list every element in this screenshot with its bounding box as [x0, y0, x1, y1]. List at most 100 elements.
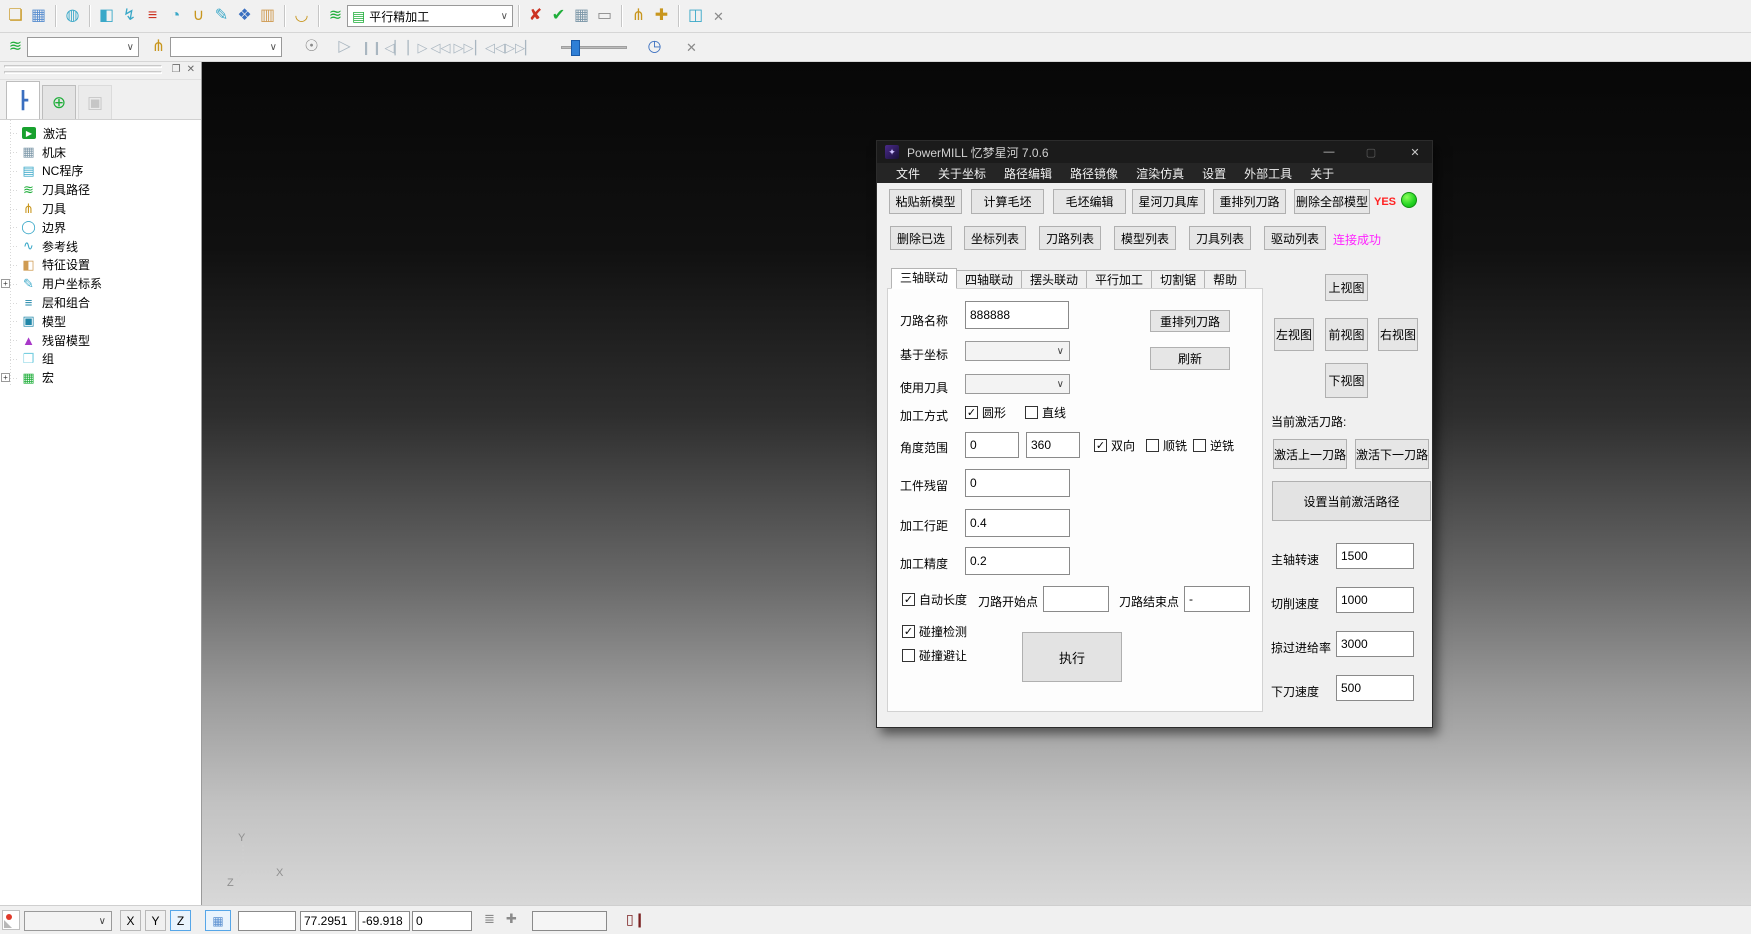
transform-icon[interactable]: ✚: [650, 4, 673, 28]
view-left-button[interactable]: 左视图: [1274, 318, 1314, 351]
grid-size-field[interactable]: [238, 911, 296, 931]
angle-to-field[interactable]: [1026, 432, 1080, 458]
pause-icon[interactable]: ❙❙: [360, 35, 383, 59]
rearrange-toolpaths-button[interactable]: 重排列刀路: [1213, 189, 1286, 214]
skim-feed-field[interactable]: [1336, 631, 1414, 657]
close-button[interactable]: ✕: [1398, 141, 1432, 163]
menu-render-sim[interactable]: 渲染仿真: [1127, 165, 1193, 182]
menu-coords[interactable]: 关于坐标: [929, 165, 995, 182]
toolpath-icon[interactable]: ≋: [324, 4, 347, 28]
play-icon[interactable]: ▷: [333, 35, 356, 59]
delete-all-models-button[interactable]: 删除全部模型: [1294, 189, 1370, 214]
stock-edit-button[interactable]: 毛坯编辑: [1053, 189, 1126, 214]
tree-item-tools[interactable]: ⋔刀具: [0, 199, 201, 218]
set-active-path-button[interactable]: 设置当前激活路径: [1272, 481, 1431, 521]
tool-list-button[interactable]: 刀具列表: [1189, 226, 1251, 250]
tab-4axis[interactable]: 四轴联动: [957, 270, 1022, 289]
cursor-x-field[interactable]: [300, 911, 356, 931]
delete-selected-button[interactable]: 删除已选: [890, 226, 952, 250]
expand-icon[interactable]: +: [1, 279, 10, 288]
open-project-icon[interactable]: ❏: [4, 4, 27, 28]
menu-about[interactable]: 关于: [1301, 165, 1343, 182]
tree-item-patterns[interactable]: ∿参考线: [0, 237, 201, 256]
tab-3axis[interactable]: 三轴联动: [891, 268, 957, 289]
tree-item-macros[interactable]: +▦宏: [0, 368, 201, 387]
tree-item-models[interactable]: ▣模型: [0, 312, 201, 331]
tool-holder-icon[interactable]: ∪: [187, 4, 210, 28]
close-sim-toolbar-icon[interactable]: ✕: [680, 35, 703, 59]
close-toolbar-icon[interactable]: ✕: [707, 4, 730, 28]
expand-icon[interactable]: +: [1, 373, 10, 382]
collision-check-icon[interactable]: ◡: [290, 4, 313, 28]
activate-prev-toolpath-button[interactable]: 激活上一刀路: [1273, 439, 1347, 469]
stepover-field[interactable]: [965, 509, 1070, 537]
paste-new-model-button[interactable]: 粘贴新模型: [889, 189, 962, 214]
menu-path-edit[interactable]: 路径编辑: [995, 165, 1061, 182]
tree-item-stock-models[interactable]: ▲残留模型: [0, 331, 201, 350]
sim-toolpath-icon[interactable]: ≋: [4, 35, 27, 59]
axis-y-button[interactable]: Y: [145, 910, 166, 931]
activate-next-toolpath-button[interactable]: 激活下一刀路: [1355, 439, 1429, 469]
sim-tool-combobox[interactable]: ∨: [170, 37, 282, 57]
view-top-button[interactable]: 上视图: [1325, 274, 1368, 301]
calculator-icon[interactable]: ▦: [570, 4, 593, 28]
tool-select[interactable]: ∨: [965, 374, 1070, 394]
tree-item-boundaries[interactable]: ◯边界: [0, 218, 201, 237]
start-point-field[interactable]: [1043, 586, 1109, 612]
rewind-icon[interactable]: ◁◁: [429, 35, 452, 59]
tab-parallel[interactable]: 平行加工: [1087, 270, 1152, 289]
start-point-icon[interactable]: ❖: [233, 4, 256, 28]
tree-item-machine-tools[interactable]: ▦机床: [0, 143, 201, 162]
angle-from-field[interactable]: [965, 432, 1019, 458]
ball-tool-icon[interactable]: ◔: [164, 4, 187, 28]
ruler-icon[interactable]: ▭: [593, 4, 616, 28]
panel-close-icon[interactable]: ✕: [187, 64, 195, 75]
method-line-checkbox[interactable]: 直线: [1025, 404, 1066, 421]
collision-avoid-checkbox[interactable]: 碰撞避让: [902, 647, 967, 664]
workplane-select[interactable]: ∨: [24, 911, 112, 931]
menu-path-mirror[interactable]: 路径镜像: [1061, 165, 1127, 182]
toolpath-invalid-icon[interactable]: ✘: [524, 4, 547, 28]
coord-list-icon[interactable]: ≣: [484, 911, 495, 927]
skip-to-start-icon[interactable]: ▏◁◁: [475, 35, 505, 59]
grid-snap-button[interactable]: ▦: [205, 910, 231, 931]
panel-float-icon[interactable]: ❐: [172, 64, 181, 75]
view-right-button[interactable]: 右视图: [1378, 318, 1418, 351]
light-bulb-icon[interactable]: ☉: [300, 35, 323, 59]
book-pause-icon[interactable]: ▯❙: [626, 911, 645, 928]
axis-x-button[interactable]: X: [120, 910, 141, 931]
stock-allowance-field[interactable]: [965, 469, 1070, 497]
tree-item-toolpaths[interactable]: ≋刀具路径: [0, 180, 201, 199]
rapid-heights-icon[interactable]: ↯: [118, 4, 141, 28]
tree-item-nc-programs[interactable]: ▤NC程序: [0, 162, 201, 181]
menu-ext-tools[interactable]: 外部工具: [1235, 165, 1301, 182]
strategy-combobox[interactable]: ▤ 平行精加工 ∨: [347, 5, 513, 27]
simulation-speed-slider[interactable]: [561, 46, 627, 49]
explorer-grip-bar[interactable]: ❐ ✕: [0, 62, 201, 80]
minimize-button[interactable]: —: [1312, 141, 1346, 163]
compute-stock-button[interactable]: 计算毛坯: [971, 189, 1044, 214]
refresh-button[interactable]: 刷新: [1150, 347, 1230, 370]
tree-item-feature-sets[interactable]: ◧特征设置: [0, 256, 201, 275]
snap-compass-icon[interactable]: ✚: [506, 911, 517, 927]
workplane-edit-icon[interactable]: ✎: [210, 4, 233, 28]
save-project-icon[interactable]: ▦: [27, 4, 50, 28]
conventional-mill-checkbox[interactable]: 逆铣: [1193, 437, 1234, 454]
step-back-icon[interactable]: ◁▏: [383, 35, 406, 59]
bidirectional-checkbox[interactable]: ✓双向: [1094, 437, 1135, 454]
toolpath-name-field[interactable]: [965, 301, 1069, 329]
explorer-globe-tab[interactable]: ⊕: [42, 85, 76, 119]
model-compare-icon[interactable]: ◫: [684, 4, 707, 28]
toolpath-list-button[interactable]: 刀路列表: [1039, 226, 1101, 250]
execute-button[interactable]: 执行: [1022, 632, 1122, 682]
coord-system-select[interactable]: ∨: [965, 341, 1070, 361]
tool-pair-icon[interactable]: ⋔: [627, 4, 650, 28]
dialog-titlebar[interactable]: ✦ PowerMILL 忆梦星河 7.0.6: [877, 141, 1432, 163]
clock-icon[interactable]: ◷: [643, 35, 666, 59]
view-bottom-button[interactable]: 下视图: [1325, 363, 1368, 398]
auto-length-checkbox[interactable]: ✓自动长度: [902, 591, 967, 608]
sim-tool-icon[interactable]: ⋔: [147, 35, 170, 59]
end-point-field[interactable]: [1184, 586, 1250, 612]
tree-item-groups[interactable]: ❒组: [0, 350, 201, 369]
cursor-y-field[interactable]: [358, 911, 410, 931]
